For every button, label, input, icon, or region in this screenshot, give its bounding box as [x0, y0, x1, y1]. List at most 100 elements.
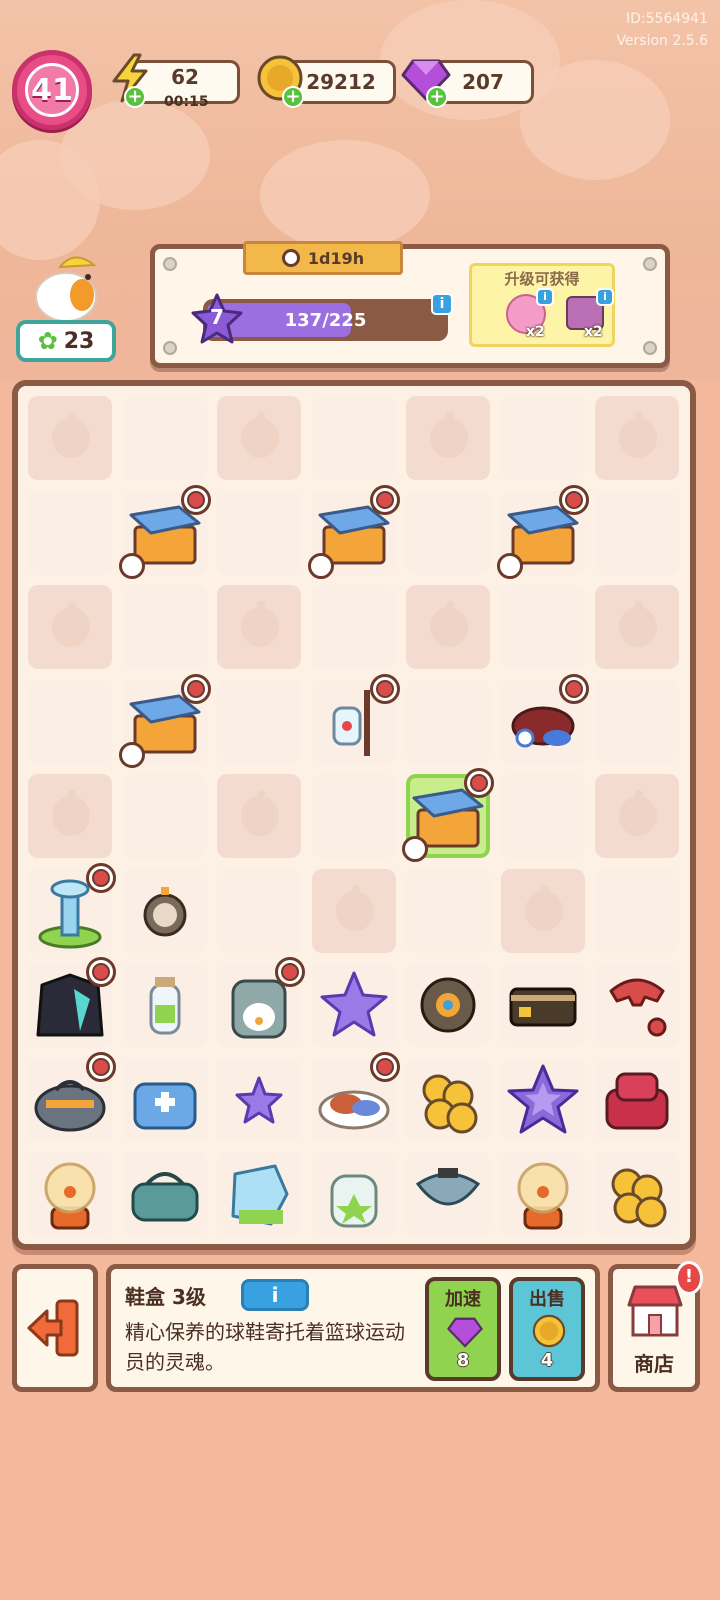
peach-placeholder-icon	[52, 790, 90, 836]
duck-character-avatar[interactable]	[24, 245, 114, 325]
empty-cell[interactable]	[122, 396, 207, 480]
board-cell-phone[interactable]	[595, 963, 679, 1047]
board-cell-coins[interactable]	[406, 1057, 490, 1142]
board-cell-jacket[interactable]	[28, 957, 116, 1047]
timer-badge-icon	[464, 768, 494, 798]
empty-cell[interactable]	[311, 396, 396, 480]
board-cell-shoebox[interactable]	[496, 484, 589, 579]
timer-badge-icon	[86, 957, 116, 987]
locked-cell[interactable]	[311, 868, 396, 953]
add-energy-icon[interactable]: +	[124, 86, 146, 108]
board-cell-sneakers[interactable]	[500, 673, 589, 764]
shop-button[interactable]: 商店 !	[608, 1261, 703, 1392]
empty-cell[interactable]	[500, 396, 585, 480]
board-cell-shoebox[interactable]	[118, 673, 211, 768]
peach-placeholder-icon	[241, 790, 279, 836]
locked-cell[interactable]	[406, 585, 490, 669]
board-cell-card[interactable]	[500, 963, 585, 1047]
build-info: ID:5564941 Version 2.5.6	[616, 8, 708, 52]
speedup-button[interactable]: 加速 8	[425, 1277, 501, 1381]
locked-cell[interactable]	[28, 774, 112, 858]
board-cell-jar[interactable]	[311, 1152, 396, 1236]
board-cell-first-aid-bag[interactable]	[122, 1057, 207, 1142]
board-cell-armchair[interactable]	[595, 1057, 679, 1142]
peach-placeholder-icon	[619, 601, 657, 647]
locked-cell[interactable]	[217, 396, 301, 480]
board-cell-fanny-pack[interactable]	[406, 1152, 490, 1236]
gem-value: 207	[462, 70, 504, 94]
board-cell-robot-vacuum[interactable]	[406, 963, 490, 1047]
empty-cell[interactable]	[311, 774, 396, 858]
sell-value: 4	[540, 1350, 554, 1371]
event-info-button[interactable]: i	[431, 293, 453, 315]
board-cell-shoebox[interactable]	[307, 484, 400, 579]
big-star-icon	[507, 1064, 578, 1133]
empty-cell[interactable]	[28, 490, 112, 575]
board-cell-duffel-bag[interactable]	[28, 1051, 116, 1142]
item-name: 鞋盒 3级	[125, 1285, 206, 1309]
board-cell-small-star[interactable]	[217, 1057, 301, 1142]
sell-button[interactable]: 出售 4	[509, 1277, 585, 1381]
reward2-qty: x2	[584, 324, 603, 340]
clover-counter[interactable]: ✿ 23	[16, 320, 116, 362]
board-cell-shoebox-selected[interactable]	[402, 768, 494, 862]
empty-cell[interactable]	[595, 868, 679, 953]
empty-cell[interactable]	[28, 679, 112, 764]
board-cell-star[interactable]	[311, 963, 396, 1047]
empty-cell[interactable]	[500, 774, 585, 858]
board-cell-stopwatch[interactable]	[122, 868, 207, 953]
add-coin-icon[interactable]: +	[282, 86, 304, 108]
shop-label: 商店	[634, 1352, 674, 1376]
empty-cell[interactable]	[406, 679, 490, 764]
shop-alert-badge: !	[675, 1261, 703, 1295]
board-cell-shoebox[interactable]	[118, 484, 211, 579]
small-star-icon	[235, 1076, 283, 1123]
locked-cell[interactable]	[217, 774, 301, 858]
merge-board	[12, 380, 696, 1250]
empty-cell[interactable]	[500, 585, 585, 669]
board-cell-plasma-ball[interactable]	[28, 1152, 112, 1236]
energy-value: 62	[171, 65, 199, 89]
locked-cell[interactable]	[28, 585, 112, 669]
board-cell-bottle[interactable]	[122, 963, 207, 1047]
gem-icon	[447, 1317, 483, 1348]
locked-cell[interactable]	[595, 774, 679, 858]
empty-cell[interactable]	[595, 490, 679, 575]
board-cell-food-plate[interactable]	[311, 1051, 400, 1142]
plasma-ball-icon	[517, 1162, 568, 1230]
board-cell-big-star[interactable]	[500, 1057, 585, 1142]
board-cell-coins[interactable]	[595, 1152, 679, 1236]
locked-cell[interactable]	[500, 868, 585, 953]
item-info-button[interactable]: i	[241, 1279, 309, 1311]
reward1-info-button[interactable]: i	[536, 288, 554, 306]
locked-cell[interactable]	[595, 396, 679, 480]
board-cell-teal-bag[interactable]	[122, 1152, 207, 1236]
player-level-badge[interactable]: 41	[12, 50, 92, 130]
locked-cell[interactable]	[406, 396, 490, 480]
exit-button[interactable]	[12, 1264, 98, 1392]
empty-cell[interactable]	[595, 679, 679, 764]
empty-cell[interactable]	[406, 868, 490, 953]
reward2-info-button[interactable]: i	[596, 288, 614, 306]
locked-cell[interactable]	[28, 396, 112, 480]
timer-badge-icon	[558, 673, 589, 704]
empty-cell[interactable]	[311, 585, 396, 669]
board-cell-plasma-ball[interactable]	[500, 1152, 585, 1236]
board-cell-fountain[interactable]	[28, 862, 116, 953]
empty-cell[interactable]	[217, 490, 301, 575]
board-cell-ice-cube[interactable]	[217, 1152, 301, 1236]
empty-cell[interactable]	[217, 679, 301, 764]
empty-cell[interactable]	[217, 868, 301, 953]
timer-badge-icon	[369, 673, 400, 704]
empty-cell[interactable]	[122, 774, 207, 858]
empty-cell[interactable]	[122, 585, 207, 669]
generator-badge-icon	[496, 552, 523, 579]
locked-cell[interactable]	[217, 585, 301, 669]
board-cell-backpack[interactable]	[217, 957, 305, 1047]
board-cell-iv-drip[interactable]	[311, 673, 400, 764]
clock-icon	[281, 249, 300, 267]
bottom-background	[0, 1420, 720, 1600]
empty-cell[interactable]	[406, 490, 490, 575]
add-gem-icon[interactable]: +	[426, 86, 448, 108]
locked-cell[interactable]	[595, 585, 679, 669]
